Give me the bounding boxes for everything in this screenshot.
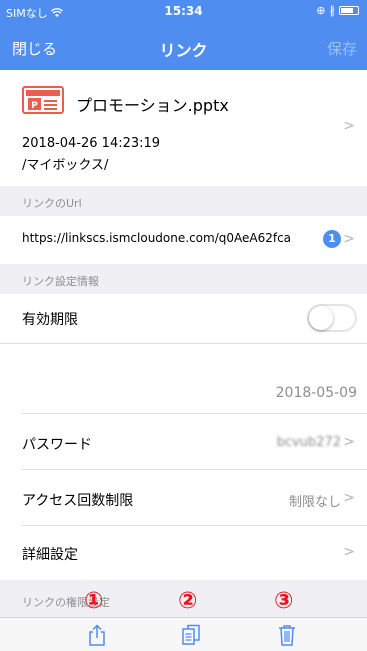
status-bar: SIMなし 15:34 ⊕ ∦	[0, 0, 367, 24]
annotation-number-1: ①	[84, 588, 104, 614]
chevron-right-icon: >	[343, 118, 355, 134]
file-info-row[interactable]: P プロモーション.pptx 2018-04-26 14:23:19 /マイボッ…	[0, 70, 367, 186]
expiry-row: 有効期限	[0, 294, 367, 344]
link-url-row[interactable]: https://linkscs.ismcloudone.com/q0AeA62f…	[0, 216, 367, 264]
password-label: パスワード	[22, 437, 92, 453]
status-time: 15:34	[164, 4, 203, 18]
expiry-toggle[interactable]	[307, 304, 357, 332]
password-value: bcvub272	[276, 435, 341, 450]
trash-icon[interactable]	[276, 624, 298, 646]
bottom-toolbar	[0, 617, 367, 651]
annotation-number-3: ③	[274, 588, 294, 614]
chevron-right-icon: >	[343, 490, 355, 506]
chevron-right-icon: >	[343, 544, 355, 560]
nav-bar: 閉じる リンク 保存	[0, 28, 367, 68]
file-name: プロモーション.pptx	[76, 96, 229, 115]
link-url[interactable]: https://linkscs.ismcloudone.com/q0AeA62f…	[22, 231, 291, 245]
annotation-number-2: ②	[178, 588, 198, 614]
toggle-knob	[309, 306, 333, 330]
detail-settings-row[interactable]: 詳細設定 >	[0, 526, 367, 580]
save-button[interactable]: 保存	[327, 38, 357, 59]
pptx-file-icon: P	[22, 86, 64, 114]
link-count-badge: 1	[323, 230, 341, 248]
expiry-date-row[interactable]: 2018-05-09	[0, 344, 367, 414]
password-row[interactable]: パスワード bcvub272 >	[0, 414, 367, 470]
access-limit-value: 制限なし	[288, 495, 341, 510]
battery-icon	[339, 6, 359, 15]
chevron-right-icon: >	[343, 231, 355, 247]
page-title: リンク	[159, 41, 208, 60]
expiry-date: 2018-05-09	[275, 385, 357, 401]
expiry-label: 有効期限	[22, 312, 78, 328]
header: SIMなし 15:34 ⊕ ∦ 閉じる リンク 保存	[0, 0, 367, 70]
access-limit-row[interactable]: アクセス回数制限 制限なし >	[0, 470, 367, 526]
section-header-link-url: リンクのUrl	[0, 186, 367, 216]
share-icon[interactable]	[86, 624, 108, 646]
bluetooth-icon: ∦	[329, 4, 336, 17]
detail-settings-label: 詳細設定	[22, 547, 78, 563]
alarm-icon: ⊕	[316, 4, 326, 17]
chevron-right-icon: >	[343, 434, 355, 450]
svg-text:P: P	[31, 101, 38, 111]
copy-icon[interactable]	[180, 624, 202, 646]
file-date: 2018-04-26 14:23:19	[22, 136, 161, 151]
access-limit-label: アクセス回数制限	[22, 493, 134, 509]
file-path: /マイボックス/	[22, 158, 109, 173]
section-header-link-settings: リンク設定情報	[0, 264, 367, 294]
